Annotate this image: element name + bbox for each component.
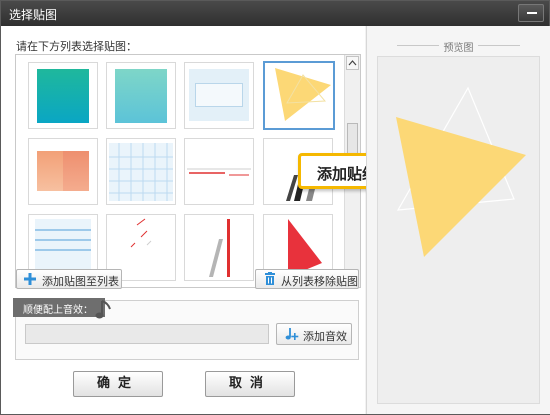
window-title: 选择贴图 bbox=[9, 8, 58, 22]
remove-from-list-label: 从列表移除贴图 bbox=[281, 275, 358, 288]
preview-divider-right bbox=[478, 45, 520, 46]
add-to-list-label: 添加贴图至列表 bbox=[42, 275, 119, 288]
add-to-list-button[interactable]: 添加贴图至列表 bbox=[16, 269, 122, 289]
sticker-thumb-light-blue-frame[interactable] bbox=[184, 62, 254, 129]
scroll-up-button[interactable] bbox=[346, 56, 359, 70]
remove-from-list-button[interactable]: 从列表移除贴图 bbox=[255, 269, 359, 289]
blue-grid-image bbox=[109, 143, 173, 201]
list-label: 请在下方列表选择贴图： bbox=[16, 40, 137, 53]
preview-label: 预览图 bbox=[443, 43, 474, 54]
minus-close-icon bbox=[527, 12, 537, 14]
yellow-triangle-image bbox=[275, 68, 331, 121]
music-note-icon bbox=[95, 300, 111, 319]
sticker-thumb-red-lines[interactable] bbox=[184, 138, 254, 205]
music-add-icon bbox=[285, 328, 299, 340]
cancel-button[interactable]: 取消 bbox=[205, 371, 295, 397]
sticker-thumb-yellow-triangle[interactable] bbox=[263, 61, 335, 130]
sound-effect-label: 顺便配上音效： bbox=[23, 305, 93, 316]
sticker-list-panel: 请在下方列表选择贴图： 添加贴纸 添加贴图至列表 从列表移除贴图 顺便配上音效：… bbox=[1, 26, 399, 414]
select-sticker-dialog: 选择贴图 请在下方列表选择贴图： 添加贴纸 添加贴图至列表 从列表移除贴图 顺便… bbox=[0, 0, 550, 415]
sticker-thumb-teal-gradient[interactable] bbox=[28, 62, 98, 129]
plus-icon bbox=[24, 273, 36, 285]
preview-triangle-image bbox=[396, 86, 526, 257]
title-bar[interactable]: 选择贴图 bbox=[1, 1, 549, 26]
scrollbar-thumb[interactable] bbox=[347, 123, 358, 157]
gray-red-bars-image bbox=[209, 219, 230, 277]
sticker-thumb-mint-gradient[interactable] bbox=[106, 62, 176, 129]
sound-effect-tab: 顺便配上音效： bbox=[13, 298, 105, 317]
red-lines-image bbox=[187, 168, 251, 176]
add-sound-label: 添加音效 bbox=[303, 330, 347, 343]
sticker-thumb-gray-red-bars[interactable] bbox=[184, 214, 254, 281]
sticker-thumb-blue-grid[interactable] bbox=[106, 138, 176, 205]
ok-button[interactable]: 确定 bbox=[73, 371, 163, 397]
preview-canvas bbox=[377, 56, 540, 404]
chevron-up-icon bbox=[348, 60, 357, 66]
close-button[interactable] bbox=[518, 4, 544, 22]
add-sound-button[interactable]: 添加音效 bbox=[276, 323, 352, 345]
sticker-thumb-orange-gradient[interactable] bbox=[28, 138, 98, 205]
preview-panel: 预览图 bbox=[366, 26, 550, 414]
sound-file-input[interactable] bbox=[25, 324, 269, 344]
sound-effect-group: 顺便配上音效： 添加音效 bbox=[13, 298, 359, 360]
trash-icon bbox=[265, 272, 275, 285]
